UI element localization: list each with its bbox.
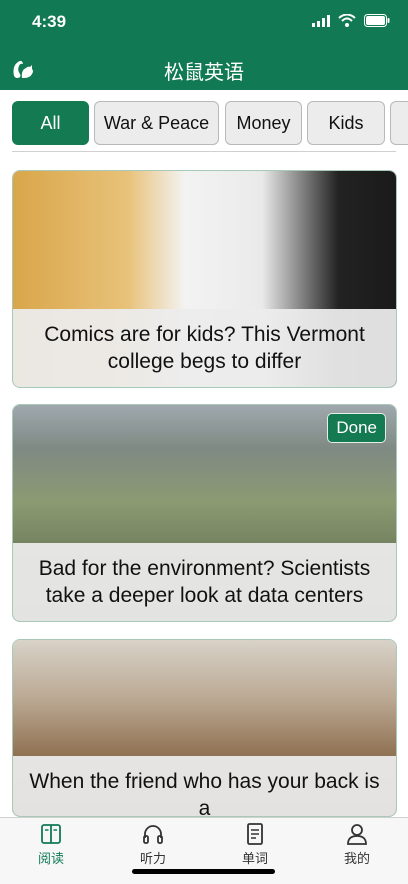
article-card[interactable]: When the friend who has your back is a	[12, 639, 397, 817]
done-badge: Done	[327, 413, 386, 443]
nav-label: 我的	[343, 851, 370, 866]
tab-all[interactable]: All	[12, 101, 89, 145]
home-indicator	[132, 869, 275, 874]
nav-label: 听力	[139, 851, 166, 866]
nav-item-profile[interactable]: 我的	[306, 822, 408, 872]
person-icon	[347, 824, 367, 845]
article-title: Bad for the environment? Scientists take…	[13, 543, 396, 621]
signal-icon	[312, 14, 330, 27]
nav-item-words[interactable]: 单词	[204, 822, 306, 872]
tab-kids[interactable]: Kids	[307, 101, 385, 145]
nav-label: 阅读	[37, 851, 64, 866]
document-icon	[247, 823, 263, 845]
nav-label: 单词	[241, 851, 268, 866]
nav-item-listening[interactable]: 听力	[102, 822, 204, 872]
status-time: 4:39	[32, 12, 67, 31]
category-tabs: All War & Peace Money Kids	[12, 101, 408, 147]
nav-item-reading[interactable]: 阅读	[0, 822, 102, 872]
headphones-icon	[143, 825, 163, 844]
article-card[interactable]: Done Bad for the environment? Scientists…	[12, 404, 397, 622]
tabs-divider	[12, 151, 396, 152]
tab-money[interactable]: Money	[225, 101, 302, 145]
article-card[interactable]: Comics are for kids? This Vermont colleg…	[12, 170, 397, 388]
tab-war-peace[interactable]: War & Peace	[94, 101, 219, 145]
article-title: Comics are for kids? This Vermont colleg…	[13, 309, 396, 387]
tab-more[interactable]	[390, 101, 408, 145]
status-icons	[312, 14, 390, 27]
app-header: 4:39 松鼠英语	[0, 0, 408, 90]
article-title: When the friend who has your back is a	[13, 756, 396, 816]
battery-icon	[364, 14, 390, 27]
book-icon	[41, 824, 61, 844]
app-title: 松鼠英语	[164, 62, 244, 84]
wifi-icon	[338, 14, 356, 27]
